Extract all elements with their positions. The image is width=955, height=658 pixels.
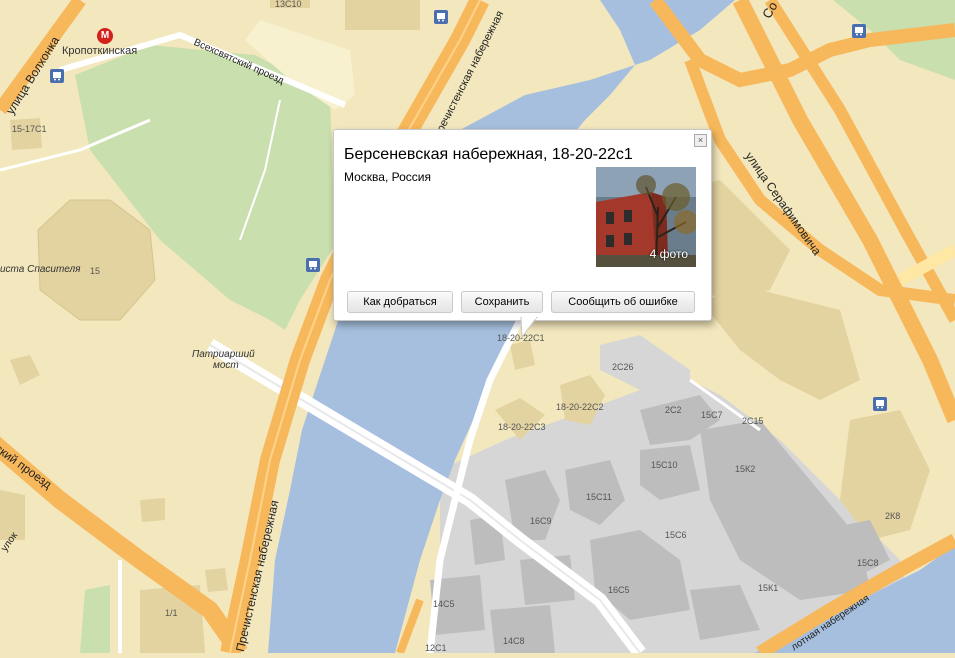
route-button[interactable]: Как добраться <box>347 291 453 313</box>
building-label: 15С10 <box>651 460 678 470</box>
photo-count: 4 фото <box>649 247 688 261</box>
address-popup: Берсеневская набережная, 18-20-22с1 Моск… <box>333 129 712 321</box>
bus-stop-icon[interactable] <box>873 397 887 411</box>
building-label: 15К1 <box>758 583 779 593</box>
photo-thumbnail[interactable]: 4 фото <box>596 167 696 267</box>
map-layer <box>0 0 955 658</box>
save-button[interactable]: Сохранить <box>461 291 543 313</box>
building-label: 2С15 <box>742 416 764 426</box>
building-label: 15-17С1 <box>12 124 47 134</box>
popup-title: Берсеневская набережная, 18-20-22с1 <box>344 146 633 163</box>
building-label: 15С7 <box>701 410 723 420</box>
building-label: 18-20-22С3 <box>498 422 546 432</box>
building-label: 1/1 <box>165 608 178 618</box>
building-label: 15К2 <box>735 464 756 474</box>
building-label: 15С8 <box>857 558 879 568</box>
metro-icon[interactable]: М <box>97 28 113 44</box>
cathedral-label: иста Спасителя <box>0 264 81 275</box>
building-label: 12С1 <box>425 643 447 653</box>
building-label: 16С9 <box>530 516 552 526</box>
map-canvas[interactable] <box>0 0 955 658</box>
report-error-button[interactable]: Сообщить об ошибке <box>551 291 695 313</box>
bus-stop-icon[interactable] <box>50 69 64 83</box>
close-icon[interactable]: × <box>694 134 707 147</box>
metro-station-label: Кропоткинская <box>62 45 138 57</box>
building-label: 15 <box>90 266 101 276</box>
bus-stop-icon[interactable] <box>434 10 448 24</box>
bridge-label: Патриарший <box>192 349 255 360</box>
bus-stop-icon[interactable] <box>852 24 866 38</box>
building-label: 18-20-22С2 <box>556 402 604 412</box>
building-label: 13С10 <box>275 0 302 9</box>
popup-pointer <box>520 317 538 339</box>
building-label: 2С26 <box>612 362 634 372</box>
building-label: 16С5 <box>608 585 630 595</box>
building-label: 14С8 <box>503 636 525 646</box>
building-label: 2С2 <box>665 405 682 415</box>
popup-subtitle: Москва, Россия <box>344 170 431 184</box>
building-label: 14С5 <box>433 599 455 609</box>
building-label: 2К8 <box>885 511 901 521</box>
bus-stop-icon[interactable] <box>306 258 320 272</box>
building-label: 15С6 <box>665 530 687 540</box>
building-label: 15С11 <box>586 492 612 502</box>
bridge-label-2: мост <box>213 360 239 371</box>
